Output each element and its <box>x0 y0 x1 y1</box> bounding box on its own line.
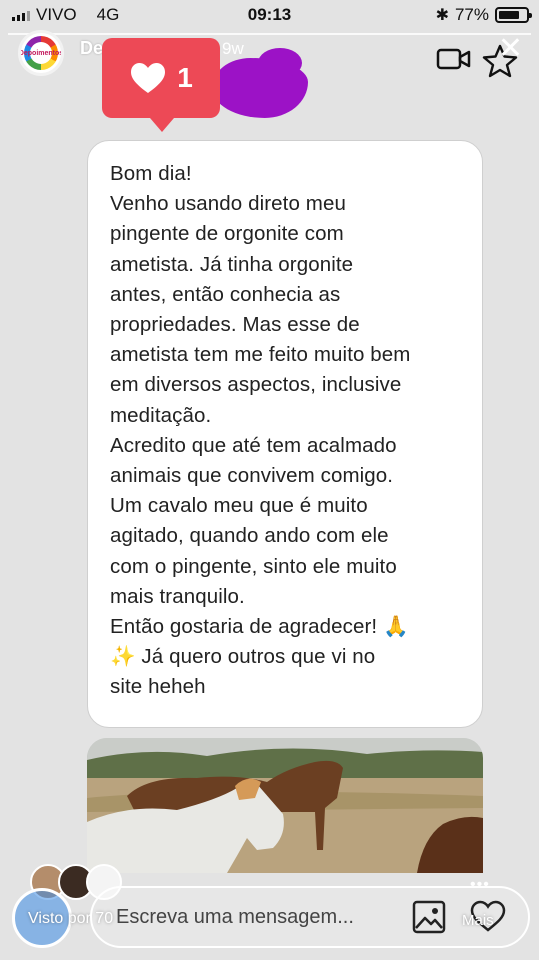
battery-fill <box>499 11 520 19</box>
avatar-logo-text: Depoimentos <box>18 49 64 57</box>
redaction-scribble-top <box>258 48 302 78</box>
battery-percent: 77% <box>454 5 489 24</box>
close-icon[interactable]: ✕ <box>498 34 523 64</box>
message-line: animais que convivem comigo. <box>110 464 394 488</box>
message-card: Bom dia! Venho usando direto meu pingent… <box>87 140 483 728</box>
message-line: Um cavalo meu que é muito <box>110 494 368 518</box>
battery-icon <box>495 7 532 23</box>
avatar[interactable]: Depoimentos <box>18 30 64 76</box>
horses-photo <box>87 738 483 873</box>
message-line: mais tranquilo. <box>110 584 245 608</box>
message-line: Então gostaria de agradecer! 🙏 <box>110 615 409 639</box>
message-line: meditação. <box>110 403 212 427</box>
message-line: Venho usando direto meu <box>110 192 346 216</box>
story-age: 9w <box>222 39 244 58</box>
like-notification-badge: 1 <box>102 38 220 132</box>
message-line: antes, então conhecia as <box>110 282 341 306</box>
horses-illustration <box>87 738 483 873</box>
bluetooth-icon: ✱ <box>435 7 449 24</box>
message-line: ametista tem me feito muito bem <box>110 343 411 367</box>
message-line: Bom dia! <box>110 162 192 185</box>
message-line: propriedades. Mas esse de <box>110 313 360 337</box>
more-label[interactable]: Mais <box>462 912 494 929</box>
message-line: com o pingente, sinto ele muito <box>110 554 397 578</box>
story-header: Depoimentos Depoimentos 9w ✕ <box>0 30 539 118</box>
message-line: agitado, quando ando com ele <box>110 524 389 548</box>
message-line: site heheh <box>110 675 206 699</box>
image-icon[interactable] <box>412 900 446 934</box>
status-right: ✱ 77% <box>435 5 532 25</box>
story-bottom-bar: Visto por 70 ••• Escreva uma mensagem...… <box>0 860 539 960</box>
message-line: Acredito que até tem acalmado <box>110 433 397 457</box>
message-input-placeholder: Escreva uma mensagem... <box>116 906 354 928</box>
message-line: em diversos aspectos, inclusive <box>110 373 402 397</box>
video-camera-icon[interactable] <box>436 44 472 74</box>
message-line: ✨ Já quero outros que vi no <box>110 645 376 669</box>
like-count: 1 <box>177 62 193 93</box>
status-bar: VIVO 4G 09:13 ✱ 77% <box>0 0 539 30</box>
message-line: ametista. Já tinha orgonite <box>110 252 354 276</box>
message-line: pingente de orgonite com <box>110 222 344 246</box>
heart-icon <box>131 63 166 93</box>
